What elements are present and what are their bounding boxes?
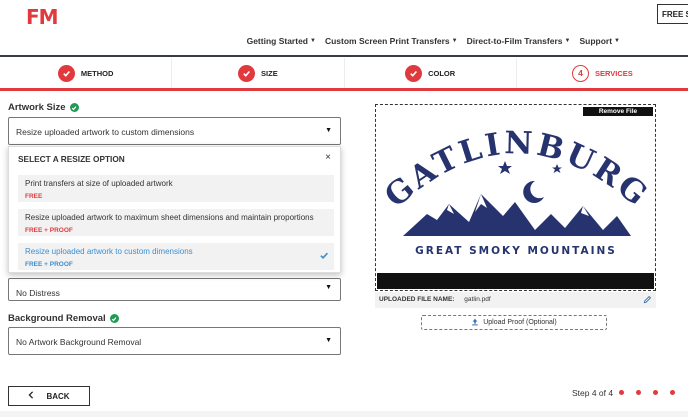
check-circle-icon <box>109 314 119 323</box>
resize-option-original-size[interactable]: Print transfers at size of uploaded artw… <box>18 175 334 202</box>
step-size[interactable]: SIZE <box>172 58 345 88</box>
logo[interactable]: FM <box>26 5 59 29</box>
svg-text:GATLINBURG: GATLINBURG <box>378 125 655 215</box>
art-title: GATLINBURG <box>378 125 653 215</box>
step-dot <box>619 390 624 395</box>
check-circle-icon <box>238 64 256 82</box>
caret-down-icon: ▼ <box>325 337 332 344</box>
nav-support[interactable]: Support ▼ <box>579 36 620 46</box>
free-sample-button[interactable]: FREE SA <box>657 4 688 24</box>
artwork-bottom-bar <box>377 273 654 289</box>
progress-stepper: METHOD SIZE COLOR 4 SERVICES <box>0 58 688 88</box>
resize-option-custom-dimensions[interactable]: Resize uploaded artwork to custom dimens… <box>18 243 334 270</box>
step-services[interactable]: 4 SERVICES <box>517 58 688 88</box>
check-circle-icon <box>405 64 423 82</box>
step-number-badge: 4 <box>571 64 589 82</box>
nav-custom-screen-print[interactable]: Custom Screen Print Transfers ▼ <box>325 36 458 46</box>
nav-dtf-transfers[interactable]: Direct-to-Film Transfers ▼ <box>467 36 571 46</box>
background-removal-label: Background Removal <box>8 313 119 324</box>
caret-down-icon: ▼ <box>564 38 571 44</box>
upload-proof-button[interactable]: Upload Proof (Optional) <box>421 315 607 330</box>
nav-getting-started[interactable]: Getting Started ▼ <box>247 36 316 46</box>
background-removal-select[interactable]: No Artwork Background Removal ▼ <box>8 327 341 355</box>
resize-option-max-sheet[interactable]: Resize uploaded artwork to maximum sheet… <box>18 209 334 236</box>
step-count: Step 4 of 4 <box>572 388 614 398</box>
dropdown-header: SELECT A RESIZE OPTION <box>18 154 125 164</box>
artwork-preview: Remove File GATLINBURG GREAT SMOKY MOUNT… <box>375 104 656 291</box>
stepper-progress-bar <box>0 88 688 91</box>
check-circle-icon <box>69 103 79 112</box>
caret-down-icon: ▼ <box>325 127 332 134</box>
step-color[interactable]: COLOR <box>345 58 517 88</box>
upload-icon <box>471 318 479 328</box>
close-icon[interactable]: × <box>325 152 331 163</box>
caret-down-icon: ▼ <box>325 284 332 291</box>
caret-down-icon: ▼ <box>451 38 458 44</box>
edit-icon[interactable] <box>643 295 652 306</box>
uploaded-file-row: UPLOADED FILE NAME: gatlin.pdf <box>375 292 656 308</box>
art-subtitle: GREAT SMOKY MOUNTAINS <box>415 245 617 257</box>
step-dot <box>653 390 658 395</box>
step-dot <box>670 390 675 395</box>
resize-options-dropdown: SELECT A RESIZE OPTION × Print transfers… <box>8 146 341 273</box>
check-circle-icon <box>57 64 75 82</box>
artwork-image: GATLINBURG GREAT SMOKY MOUNTAINS <box>378 125 655 257</box>
uploaded-file-name: gatlin.pdf <box>464 296 491 303</box>
main-nav: Getting Started ▼ Custom Screen Print Tra… <box>247 36 620 46</box>
back-button[interactable]: BACK <box>8 386 90 406</box>
page-bottom-strip <box>0 411 688 417</box>
checkmark-icon <box>319 247 329 265</box>
step-dot <box>636 390 641 395</box>
artwork-size-label: Artwork Size <box>8 102 79 113</box>
artwork-size-select[interactable]: Resize uploaded artwork to custom dimens… <box>8 117 341 145</box>
nav-divider <box>0 55 688 57</box>
step-dots <box>619 390 675 395</box>
distress-select[interactable]: No Distress ▼ <box>8 278 341 301</box>
caret-down-icon: ▼ <box>310 38 316 44</box>
step-method[interactable]: METHOD <box>0 58 173 88</box>
caret-down-icon: ▼ <box>614 38 620 44</box>
chevron-left-icon <box>28 391 34 401</box>
